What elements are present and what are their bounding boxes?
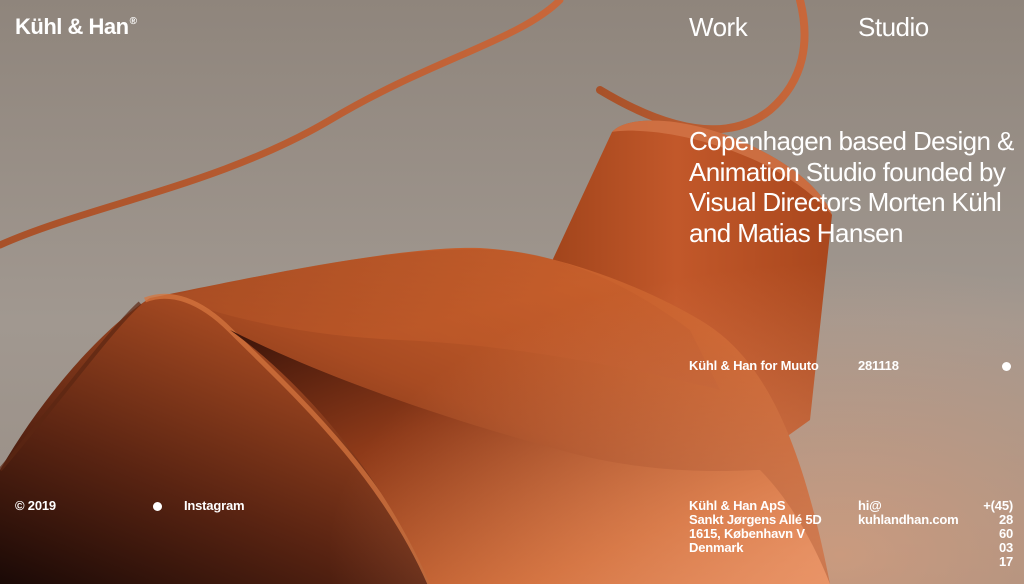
phone-line: 28 [998,512,1013,527]
phone-line: +(45) [983,498,1013,513]
nav-studio-link[interactable]: Studio [858,12,929,43]
email-line: kuhlandhan.com [858,512,959,527]
brand-logo[interactable]: Kühl & Han® [15,14,137,40]
address-line: Denmark [689,540,744,555]
hero-image [0,0,1024,584]
email-line: hi@ [858,498,882,513]
phone-line: 17 [998,554,1013,569]
nav-work-link[interactable]: Work [689,12,748,43]
phone-link[interactable]: +(45) 28 60 03 17 [983,499,1013,569]
studio-address: Kühl & Han ApS Sankt Jørgens Allé 5D 161… [689,499,822,555]
phone-line: 60 [998,526,1013,541]
address-line: Sankt Jørgens Allé 5D [689,512,822,527]
project-indicator-dot[interactable] [1002,362,1011,371]
instagram-link[interactable]: Instagram [184,499,245,513]
brand-name: Kühl & Han [15,14,129,39]
address-line: Kühl & Han ApS [689,498,786,513]
social-dot [153,502,162,511]
intro-text: Copenhagen based Design & Animation Stud… [689,126,1014,248]
phone-line: 03 [998,540,1013,555]
address-line: 1615, København V [689,526,805,541]
copyright: © 2019 [15,498,56,513]
project-title-link[interactable]: Kühl & Han for Muuto [689,359,819,373]
project-date: 281118 [858,358,899,373]
registered-mark: ® [129,15,137,27]
email-link[interactable]: hi@ kuhlandhan.com [858,499,959,527]
hero-stage [0,0,1024,584]
